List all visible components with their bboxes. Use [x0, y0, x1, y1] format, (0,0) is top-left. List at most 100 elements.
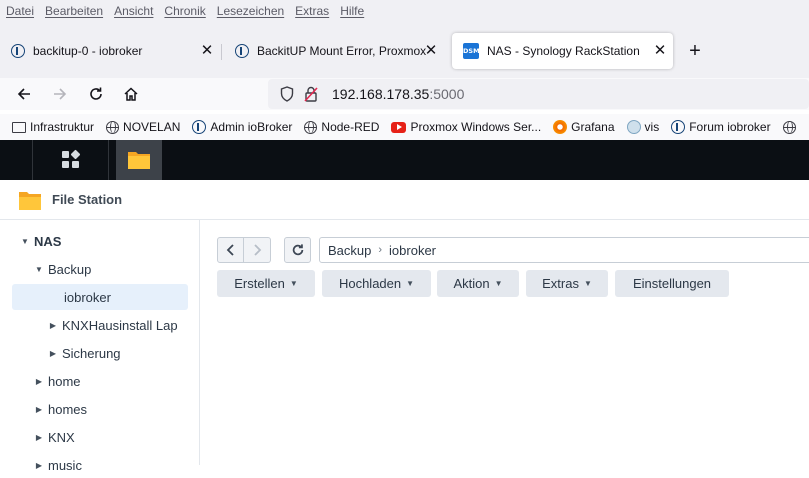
menu-hilfe[interactable]: Hilfe	[340, 4, 364, 18]
refresh-icon	[292, 244, 303, 256]
bookmark-label: NOVELAN	[123, 120, 181, 134]
tab-strip: backitup-0 - iobroker ✕ BackitUP Mount E…	[0, 22, 809, 78]
tree-item-label: home	[48, 373, 81, 389]
action-button[interactable]: Aktion ▼	[437, 270, 519, 297]
close-icon[interactable]: ✕	[651, 42, 669, 60]
extras-button[interactable]: Extras ▼	[526, 270, 608, 297]
globe-icon	[304, 120, 318, 134]
back-button[interactable]	[11, 81, 37, 107]
forward-button[interactable]	[244, 237, 271, 263]
refresh-button[interactable]	[284, 237, 311, 263]
bookmark-label: Proxmox Windows Ser...	[410, 120, 542, 134]
tree-item-knxhausinstall[interactable]: ▶ KNXHausinstall Lap	[48, 312, 178, 338]
file-station-task-button[interactable]	[116, 140, 162, 180]
settings-button[interactable]: Einstellungen	[615, 270, 729, 297]
bookmark-infrastruktur[interactable]: Infrastruktur	[12, 120, 94, 134]
caret-right-icon[interactable]: ▶	[48, 349, 58, 358]
chevron-right-icon	[254, 244, 262, 256]
tree-item-sicherung[interactable]: ▶ Sicherung	[48, 340, 121, 366]
caret-down-icon: ▼	[289, 279, 298, 288]
bookmark-admin-iobroker[interactable]: Admin ioBroker	[192, 120, 292, 134]
tree-item-label: Sicherung	[62, 345, 121, 361]
dsm-taskbar	[0, 140, 809, 180]
tab-nas[interactable]: DSM NAS - Synology RackStation ✕	[452, 33, 673, 69]
shield-icon[interactable]	[280, 86, 294, 102]
iobroker-icon	[11, 44, 25, 58]
bookmark-label: Grafana	[571, 120, 615, 134]
tree-item-homes[interactable]: ▶ homes	[34, 396, 87, 422]
folder-icon	[12, 121, 26, 133]
file-station-window: File Station ▼ NAS ▼ Backup iobroker ▶ K…	[0, 180, 809, 473]
settings-label: Einstellungen	[632, 276, 712, 291]
extras-label: Extras	[542, 276, 579, 291]
menu-lesezeichen[interactable]: Lesezeichen	[217, 4, 284, 18]
tab-backitup-error[interactable]: BackitUP Mount Error, Proxmox ✕	[224, 33, 444, 69]
insecure-lock-icon[interactable]	[304, 86, 318, 102]
caret-right-icon[interactable]: ▶	[34, 461, 44, 470]
chevron-left-icon	[226, 244, 234, 256]
menu-chronik[interactable]: Chronik	[164, 4, 205, 18]
caret-right-icon[interactable]: ▶	[34, 377, 44, 386]
tab-backitup[interactable]: backitup-0 - iobroker ✕	[0, 33, 220, 69]
url-bar[interactable]: 192.168.178.35 :5000	[268, 79, 809, 109]
tree-item-label: KNX	[48, 429, 75, 445]
main-menu-button[interactable]	[32, 140, 109, 180]
bookmark-label: vis	[644, 120, 660, 134]
menu-extras[interactable]: Extras	[295, 4, 329, 18]
tree-item-backup[interactable]: ▼ Backup	[34, 256, 91, 282]
caret-down-icon[interactable]: ▼	[20, 237, 30, 246]
caret-down-icon: ▼	[494, 279, 503, 288]
tree-item-label: Backup	[48, 261, 92, 277]
bookmark-overflow[interactable]	[782, 120, 796, 134]
forward-button[interactable]	[47, 81, 73, 107]
caret-right-icon[interactable]: ▶	[34, 433, 44, 442]
reload-button[interactable]	[83, 81, 109, 107]
path-segment[interactable]: iobroker	[389, 243, 436, 258]
caret-right-icon[interactable]: ▶	[34, 405, 44, 414]
bookmark-vis[interactable]: vis	[626, 120, 660, 134]
iobroker-icon	[671, 120, 686, 134]
bookmark-grafana[interactable]: Grafana	[553, 120, 615, 134]
bookmark-label: Admin ioBroker	[210, 120, 293, 134]
tree-item-music[interactable]: ▶ music	[34, 452, 82, 478]
upload-button[interactable]: Hochladen ▼	[322, 270, 431, 297]
menu-datei[interactable]: Datei	[6, 4, 34, 18]
tree-item-nas[interactable]: ▼ NAS	[20, 228, 61, 254]
bookmark-forum-iobroker[interactable]: Forum iobroker	[671, 120, 771, 134]
reload-icon	[90, 87, 102, 100]
close-icon[interactable]: ✕	[198, 42, 216, 60]
bookmark-node-red[interactable]: Node-RED	[304, 120, 379, 134]
bookmarks-toolbar: Infrastruktur NOVELAN Admin ioBroker Nod…	[0, 114, 809, 140]
tree-item-home[interactable]: ▶ home	[34, 368, 81, 394]
new-tab-button[interactable]: +	[683, 40, 707, 64]
bookmark-novelan[interactable]: NOVELAN	[106, 120, 180, 134]
tree-item-knx[interactable]: ▶ KNX	[34, 424, 75, 450]
menu-ansicht[interactable]: Ansicht	[114, 4, 153, 18]
create-button[interactable]: Erstellen ▼	[217, 270, 315, 297]
vis-icon	[626, 120, 641, 134]
action-label: Aktion	[453, 276, 490, 291]
file-station-icon	[19, 191, 41, 210]
tab-title: NAS - Synology RackStation	[487, 44, 640, 58]
caret-down-icon[interactable]: ▼	[34, 265, 44, 274]
caret-right-icon[interactable]: ▶	[48, 321, 58, 330]
path-bar[interactable]: Backup › iobroker	[319, 237, 809, 263]
url-port: :5000	[429, 86, 465, 102]
back-button[interactable]	[217, 237, 244, 263]
tab-separator	[221, 44, 222, 60]
navigation-bar: 192.168.178.35 :5000	[0, 78, 809, 110]
menu-bar: Datei Bearbeiten Ansicht Chronik Lesezei…	[0, 0, 809, 22]
home-button[interactable]	[118, 81, 144, 107]
tree-item-iobroker[interactable]: iobroker	[12, 284, 188, 310]
globe-icon	[782, 120, 796, 134]
caret-down-icon: ▼	[583, 279, 592, 288]
bookmark-label: Node-RED	[321, 120, 380, 134]
close-icon[interactable]: ✕	[422, 42, 440, 60]
menu-bearbeiten[interactable]: Bearbeiten	[45, 4, 103, 18]
folder-tree: ▼ NAS ▼ Backup iobroker ▶ KNXHausinstall…	[0, 220, 200, 473]
home-icon	[124, 87, 138, 101]
bookmark-proxmox-windows[interactable]: Proxmox Windows Ser...	[391, 120, 541, 134]
path-segment[interactable]: Backup	[328, 243, 371, 258]
folder-icon	[128, 152, 150, 169]
tree-item-label: KNXHausinstall Lap	[62, 317, 178, 333]
